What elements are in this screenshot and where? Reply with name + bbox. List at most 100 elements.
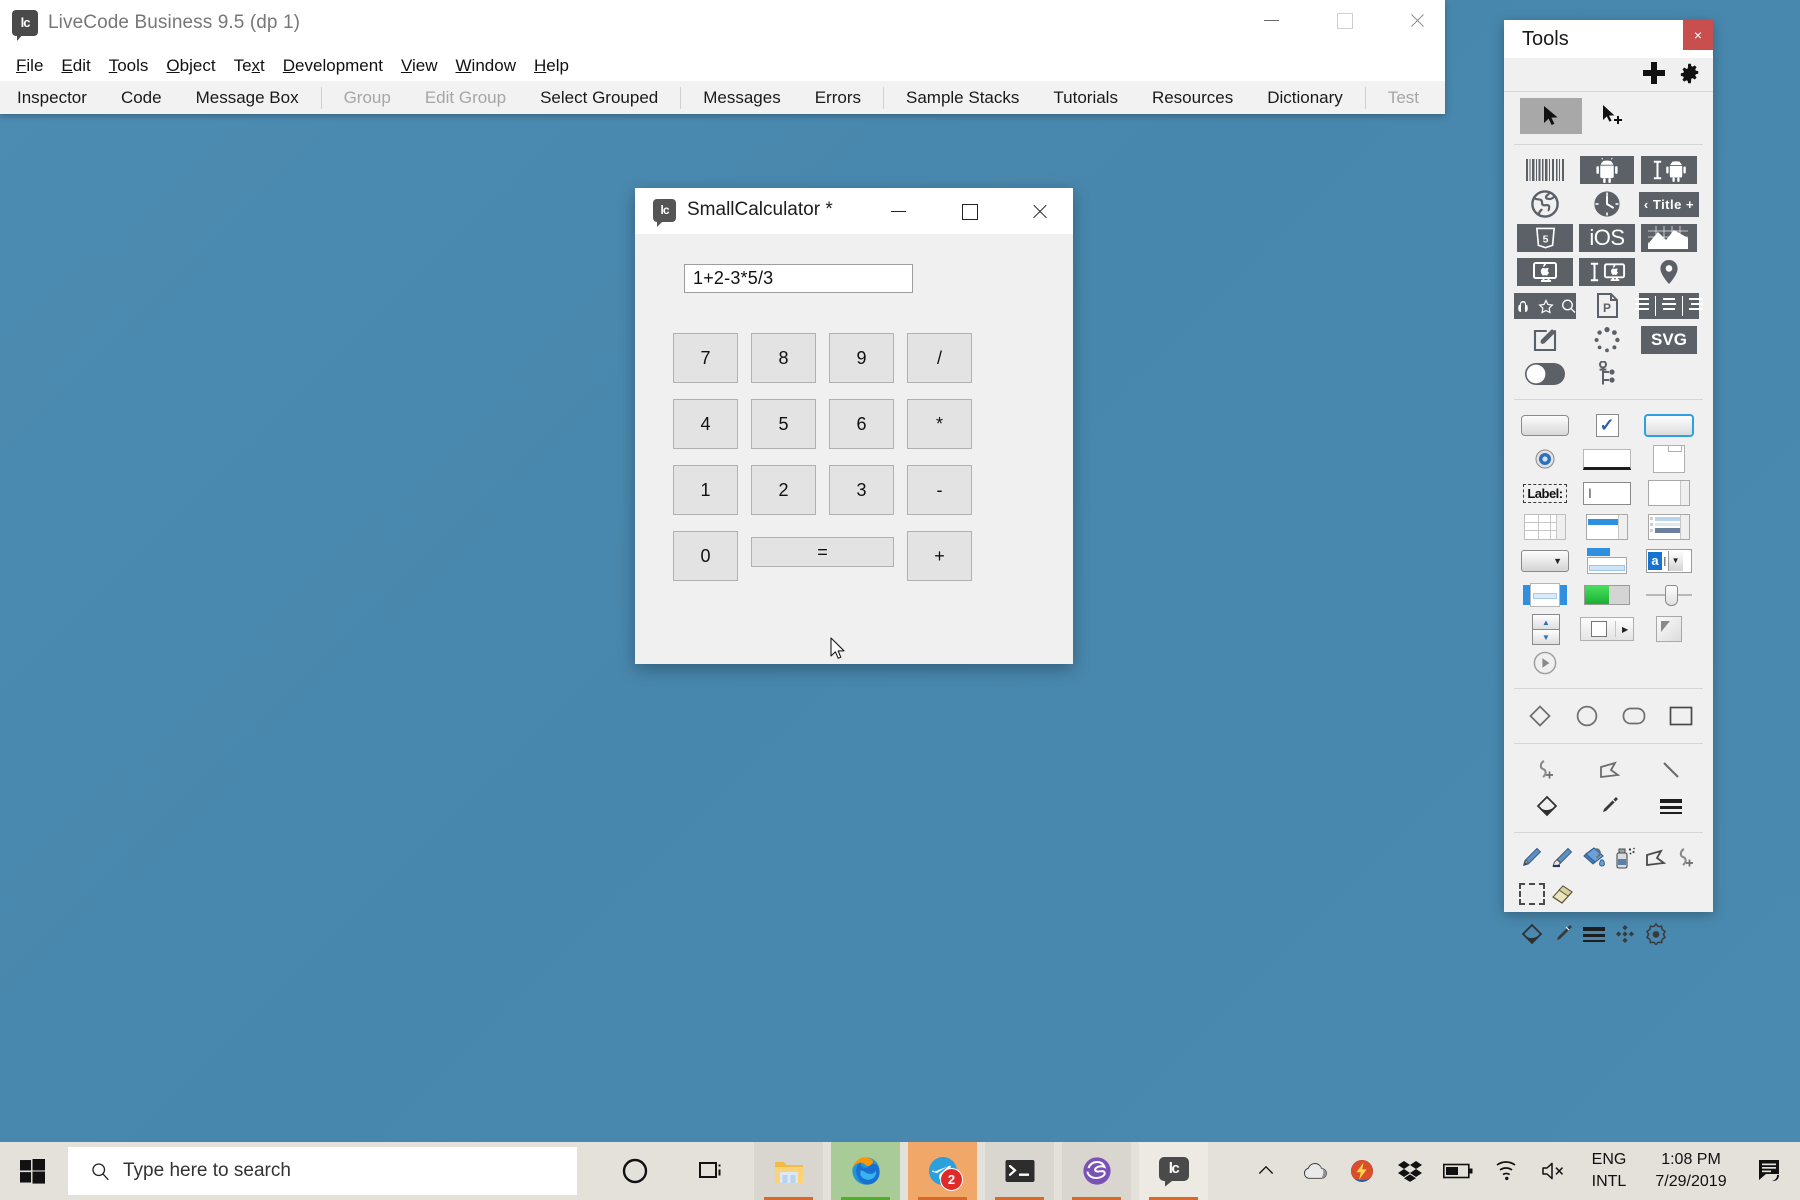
calculator-minimize-button[interactable] [871, 188, 924, 234]
calculator-display-field[interactable]: 1+2-3*5/3 [684, 264, 913, 293]
fill-color-tool[interactable] [1516, 788, 1578, 824]
toolbar-button-messages[interactable]: Messages [686, 88, 797, 108]
taskbar-item-cortana[interactable] [600, 1142, 669, 1200]
tree-view-widget[interactable] [1576, 357, 1638, 391]
menu-button-tool[interactable]: ▼ [1514, 544, 1576, 578]
menu-item-edit[interactable]: Edit [52, 54, 99, 78]
toolbar-button-tutorials[interactable]: Tutorials [1036, 88, 1135, 108]
label-field-tool[interactable] [1576, 442, 1638, 476]
calculator-key-equals[interactable]: = [751, 537, 894, 567]
calculator-key-4[interactable]: 4 [673, 399, 738, 449]
list-field-tool[interactable] [1576, 510, 1638, 544]
wifi-icon[interactable] [1482, 1142, 1530, 1200]
polygon-tool[interactable] [1578, 752, 1640, 788]
menu-item-window[interactable]: Window [447, 54, 525, 78]
main-window-titlebar[interactable]: lc LiveCode Business 9.5 (dp 1) [0, 0, 1445, 52]
menu-item-text[interactable]: Text [225, 54, 274, 78]
svg-icon-widget[interactable]: SVG [1638, 323, 1700, 357]
pencil-tool[interactable] [1516, 841, 1547, 875]
checkbox-tool[interactable]: ✓ [1576, 408, 1638, 442]
oval-shape-tool[interactable] [1563, 699, 1610, 733]
calculator-key-2[interactable]: 2 [751, 465, 816, 515]
calculator-key-plus[interactable]: + [907, 531, 972, 581]
slider-tool[interactable] [1638, 578, 1700, 612]
spinner-widget[interactable] [1576, 323, 1638, 357]
taskbar-item-file-explorer[interactable] [754, 1142, 823, 1200]
paint-curve-tool[interactable] [1671, 841, 1702, 875]
chevron-up-icon[interactable] [1242, 1142, 1290, 1200]
rectangle-tool[interactable] [1657, 699, 1704, 733]
label-tool[interactable]: Label: [1514, 476, 1576, 510]
battery-icon[interactable] [1434, 1142, 1482, 1200]
spray-can-tool[interactable] [1609, 841, 1640, 875]
rounded-rect-tool[interactable] [1610, 699, 1657, 733]
eraser-tool[interactable] [1547, 877, 1578, 911]
combo-box-tool[interactable]: a I ▼ [1638, 544, 1700, 578]
header-bar-widget[interactable] [1514, 289, 1576, 323]
search-input[interactable]: Type here to search [68, 1147, 577, 1195]
volume-muted-icon[interactable] [1530, 1142, 1578, 1200]
text-field-tool[interactable]: I [1576, 476, 1638, 510]
scrolling-field-tool[interactable] [1638, 476, 1700, 510]
pointer-tool[interactable] [1520, 98, 1582, 134]
edit-pointer-tool[interactable] [1582, 98, 1644, 134]
menu-item-file[interactable]: File [7, 54, 52, 78]
scrollbar-tool[interactable] [1514, 578, 1576, 612]
paint-line-width-tool[interactable] [1578, 917, 1609, 951]
clock[interactable]: 1:08 PM 7/29/2019 [1640, 1149, 1742, 1193]
toolbar-button-select-grouped[interactable]: Select Grouped [523, 88, 675, 108]
map-pin-widget[interactable] [1638, 255, 1700, 289]
line-color-tool[interactable] [1578, 788, 1640, 824]
navbar-widget[interactable]: ‹ Title + [1638, 187, 1700, 221]
toolbar-button-errors[interactable]: Errors [798, 88, 878, 108]
default-button-tool[interactable] [1638, 408, 1700, 442]
calculator-key-5[interactable]: 5 [751, 399, 816, 449]
signature-widget[interactable] [1514, 323, 1576, 357]
menu-item-help[interactable]: Help [525, 54, 578, 78]
action-center-icon[interactable] [1742, 1142, 1800, 1200]
taskbar-item-telegram[interactable]: 2 [908, 1142, 977, 1200]
menu-item-object[interactable]: Object [157, 54, 224, 78]
taskbar-item-terminal[interactable] [985, 1142, 1054, 1200]
toolbar-button-sample-stacks[interactable]: Sample Stacks [889, 88, 1036, 108]
close-icon[interactable]: × [1683, 20, 1713, 50]
data-grid-tool[interactable] [1638, 510, 1700, 544]
segmented-control-widget[interactable] [1635, 289, 1703, 323]
calculator-key-multiply[interactable]: * [907, 399, 972, 449]
ios-widget[interactable]: iOS [1576, 221, 1638, 255]
android-field-widget[interactable] [1638, 153, 1700, 187]
toolbar-button-message-box[interactable]: Message Box [179, 88, 316, 108]
toolbar-tool[interactable]: ▶ [1576, 612, 1638, 646]
push-button-tool[interactable] [1514, 408, 1576, 442]
calculator-key-divide[interactable]: / [907, 333, 972, 383]
calculator-key-8[interactable]: 8 [751, 333, 816, 383]
language-indicator[interactable]: ENG INTL [1578, 1149, 1640, 1193]
diamond-shape-tool[interactable] [1516, 699, 1563, 733]
taskbar-item-livecode[interactable]: lc [1139, 1142, 1208, 1200]
switch-widget[interactable] [1514, 357, 1576, 391]
card-tool[interactable] [1638, 442, 1700, 476]
dropbox-icon[interactable] [1386, 1142, 1434, 1200]
brush-shape-tool[interactable] [1640, 917, 1671, 951]
close-button[interactable] [1391, 0, 1443, 40]
graphic-tool[interactable] [1638, 612, 1700, 646]
paint-fill-color-tool[interactable] [1516, 917, 1547, 951]
clock-widget[interactable] [1576, 187, 1638, 221]
html5-widget[interactable]: 5 [1514, 221, 1576, 255]
calculator-maximize-button[interactable] [942, 188, 995, 234]
toolbar-button-resources[interactable]: Resources [1135, 88, 1250, 108]
calculator-key-3[interactable]: 3 [829, 465, 894, 515]
line-tool[interactable] [1640, 752, 1702, 788]
plus-icon[interactable] [1643, 62, 1665, 84]
paint-line-color-tool[interactable] [1547, 917, 1578, 951]
onedrive-icon[interactable] [1290, 1142, 1338, 1200]
maximize-button[interactable] [1318, 0, 1370, 40]
toolbar-button-code[interactable]: Code [104, 88, 179, 108]
brush-tool[interactable] [1547, 841, 1578, 875]
menu-item-development[interactable]: Development [274, 54, 392, 78]
toolbar-button-dictionary[interactable]: Dictionary [1250, 88, 1360, 108]
taskbar-item-emacs[interactable] [1062, 1142, 1131, 1200]
minimize-button[interactable] [1245, 0, 1297, 40]
mac-field-widget[interactable] [1576, 255, 1638, 289]
taskbar-item-task-view[interactable] [677, 1142, 746, 1200]
